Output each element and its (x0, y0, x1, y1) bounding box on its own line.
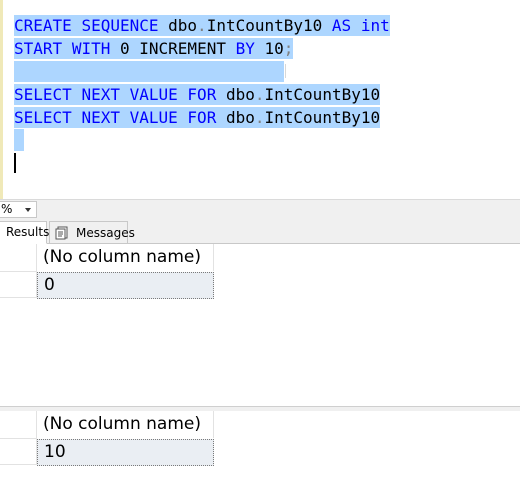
query-editor[interactable]: CREATE SEQUENCE dbo.IntCountBy10 AS int … (0, 0, 520, 200)
sql-token: dbo (225, 85, 255, 104)
sql-keyword: WITH (71, 39, 111, 58)
tab-messages-label: Messages (76, 226, 135, 240)
code-line-4[interactable]: SELECT NEXT VALUE FOR dbo.IntCountBy10 (14, 84, 381, 105)
sql-keyword: NEXT (81, 108, 120, 127)
sql-keyword: FOR (187, 85, 217, 104)
tab-results-label: Results (6, 225, 50, 239)
grid-corner-cell[interactable] (0, 244, 37, 271)
sql-punctuation: . (197, 16, 207, 35)
sql-punctuation: ; (283, 39, 294, 58)
result-cell[interactable]: 0 (37, 272, 214, 299)
sql-punctuation: . (254, 85, 265, 104)
sql-keyword: NEXT (81, 85, 120, 104)
editor-gutter-marker (0, 0, 3, 200)
sql-token: IntCountBy10 (264, 108, 381, 127)
text-caret (14, 153, 16, 173)
sql-keyword: AS (331, 16, 352, 35)
sql-token: IntCountBy10 (206, 16, 323, 35)
code-line-1[interactable]: CREATE SEQUENCE dbo.IntCountBy10 AS int (14, 15, 390, 36)
grid-corner-cell[interactable] (0, 411, 37, 438)
sql-keyword: VALUE (129, 108, 178, 127)
sql-token: IntCountBy10 (264, 85, 381, 104)
selection-highlight (26, 61, 284, 82)
row-header[interactable] (0, 271, 37, 298)
zoom-bar: % (0, 199, 520, 220)
sql-keyword: FOR (187, 108, 217, 127)
sql-keyword: CREATE (14, 16, 72, 35)
sql-keyword: SELECT (14, 108, 72, 127)
result-grid-1: (No column name) 0 (0, 244, 520, 406)
sql-punctuation: . (254, 108, 265, 127)
messages-icon (55, 226, 68, 240)
sql-keyword: BY (235, 39, 255, 58)
sql-keyword: VALUE (129, 85, 178, 104)
sql-token: 10 (264, 39, 284, 58)
sql-keyword: int (360, 16, 390, 35)
sql-token: 0 (119, 39, 130, 58)
zoom-value: % (1, 202, 13, 216)
sql-keyword: SELECT (14, 85, 72, 104)
sql-token: INCREMENT (139, 39, 226, 58)
sql-token: dbo (225, 108, 255, 127)
tab-results[interactable]: Results (0, 221, 50, 244)
results-tabstrip: Results Messages (0, 219, 520, 244)
code-line-3[interactable] (14, 61, 26, 82)
zoom-dropdown[interactable]: % (0, 201, 37, 218)
selection-highlight (14, 129, 24, 151)
whitespace-marker (285, 64, 286, 78)
column-header[interactable]: (No column name) (37, 411, 214, 438)
tab-messages[interactable]: Messages (49, 221, 135, 243)
result-grid-2: (No column name) 10 (0, 411, 520, 478)
row-header[interactable] (0, 438, 37, 465)
sql-token: dbo (168, 16, 198, 35)
code-line-2[interactable]: START WITH 0 INCREMENT BY 10; (14, 38, 294, 59)
chevron-down-icon[interactable] (25, 208, 31, 212)
sql-keyword: SEQUENCE (81, 16, 159, 35)
sql-keyword: START (14, 39, 63, 58)
code-line-5[interactable]: SELECT NEXT VALUE FOR dbo.IntCountBy10 (14, 107, 381, 128)
column-header[interactable]: (No column name) (37, 244, 214, 271)
result-cell[interactable]: 10 (37, 439, 214, 466)
